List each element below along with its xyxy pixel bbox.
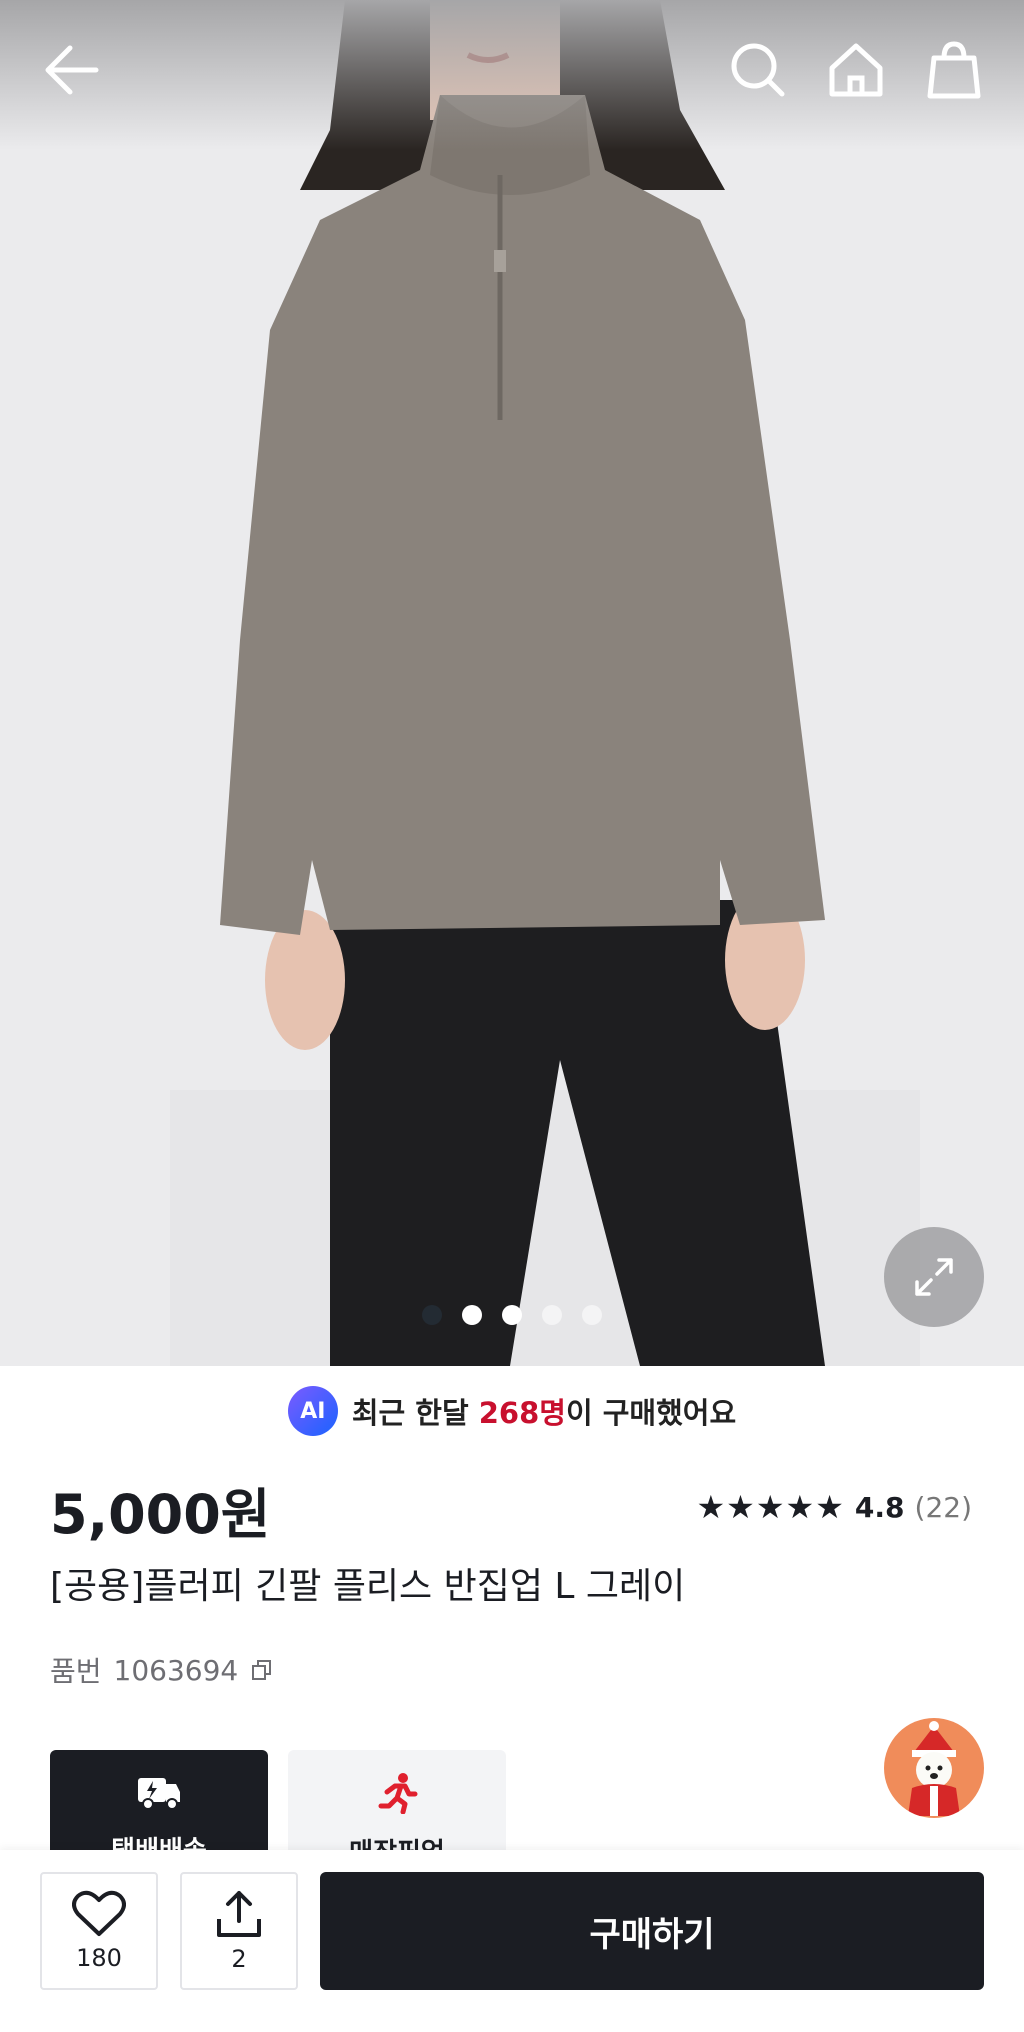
buy-button[interactable]: 구매하기 — [320, 1872, 984, 1990]
home-button[interactable] — [826, 40, 886, 100]
like-count: 180 — [76, 1944, 122, 1972]
back-button[interactable] — [40, 40, 100, 100]
rating-score: 4.8 — [854, 1490, 905, 1524]
cart-button[interactable] — [924, 40, 984, 100]
product-price: 5,000원 — [50, 1483, 271, 1546]
pagination-dot[interactable] — [502, 1305, 522, 1325]
sku-label: 품번 — [50, 1655, 102, 1688]
bottom-action-bar: 180 2 구매하기 — [0, 1850, 1024, 2032]
mascot-floating-button[interactable] — [884, 1718, 984, 1818]
arrow-left-icon — [45, 45, 99, 95]
recent-purchase-text: 최근 한달 268명이 구매했어요 — [352, 1390, 736, 1432]
share-count: 2 — [231, 1945, 247, 1973]
pagination-dot[interactable] — [582, 1305, 602, 1325]
banner-prefix: 최근 한달 — [351, 1396, 479, 1430]
expand-image-button[interactable] — [884, 1227, 984, 1327]
product-name: [공용]플러피 긴팔 플리스 반집업 L 그레이 — [50, 1566, 686, 1607]
running-person-icon — [378, 1773, 418, 1814]
like-button[interactable]: 180 — [40, 1872, 158, 1990]
recent-purchase-banner: AI 최근 한달 268명이 구매했어요 — [0, 1386, 1024, 1436]
rating-summary[interactable]: ★★★★★ 4.8 (22) — [696, 1488, 972, 1526]
share-button[interactable]: 2 — [180, 1872, 298, 1990]
banner-suffix: 이 구매했어요 — [565, 1396, 737, 1430]
sku-value: 1063694 — [113, 1653, 239, 1687]
heart-icon — [72, 1890, 126, 1936]
review-count: (22) — [914, 1490, 972, 1524]
star-rating-icon: ★★★★★ — [696, 1488, 845, 1526]
expand-icon — [915, 1258, 953, 1296]
gallery-pagination — [0, 1305, 1024, 1325]
bear-mascot-icon — [908, 1721, 960, 1816]
share-icon — [217, 1891, 261, 1937]
home-icon — [829, 43, 883, 97]
purchase-count: 268명 — [478, 1396, 566, 1430]
delivery-truck-icon — [138, 1778, 180, 1810]
pagination-dot[interactable] — [542, 1305, 562, 1325]
product-photo — [170, 0, 920, 1366]
shopping-bag-icon — [927, 41, 981, 99]
product-image-gallery[interactable] — [0, 0, 1024, 1366]
search-button[interactable] — [728, 40, 788, 100]
copy-icon[interactable] — [250, 1658, 274, 1682]
ai-badge: AI — [287, 1386, 338, 1436]
product-sku: 품번 1063694 — [50, 1650, 274, 1690]
pagination-dot-active[interactable] — [462, 1305, 482, 1325]
pagination-dot[interactable] — [422, 1305, 442, 1325]
search-icon — [731, 43, 785, 97]
